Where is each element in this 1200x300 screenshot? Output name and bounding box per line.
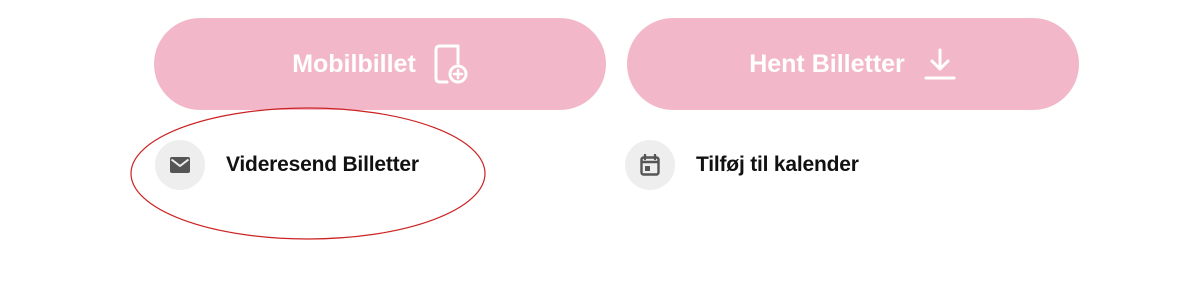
download-icon [923,47,957,81]
calendar-icon [625,140,675,190]
mobile-ticket-add-icon [434,43,468,85]
hent-billetter-label: Hent Billetter [749,49,905,78]
tilfoej-til-kalender-link[interactable]: Tilføj til kalender [625,140,859,190]
videresend-billetter-label: Videresend Billetter [226,153,419,176]
videresend-billetter-link[interactable]: Videresend Billetter [155,140,419,190]
ticket-actions-panel: Mobilbillet Hent Billetter Videresend Bi… [0,0,1200,300]
envelope-icon [155,140,205,190]
mobilbillet-label: Mobilbillet [292,49,416,78]
hent-billetter-button[interactable]: Hent Billetter [627,18,1079,110]
mobilbillet-button[interactable]: Mobilbillet [154,18,606,110]
tilfoej-til-kalender-label: Tilføj til kalender [696,153,859,176]
